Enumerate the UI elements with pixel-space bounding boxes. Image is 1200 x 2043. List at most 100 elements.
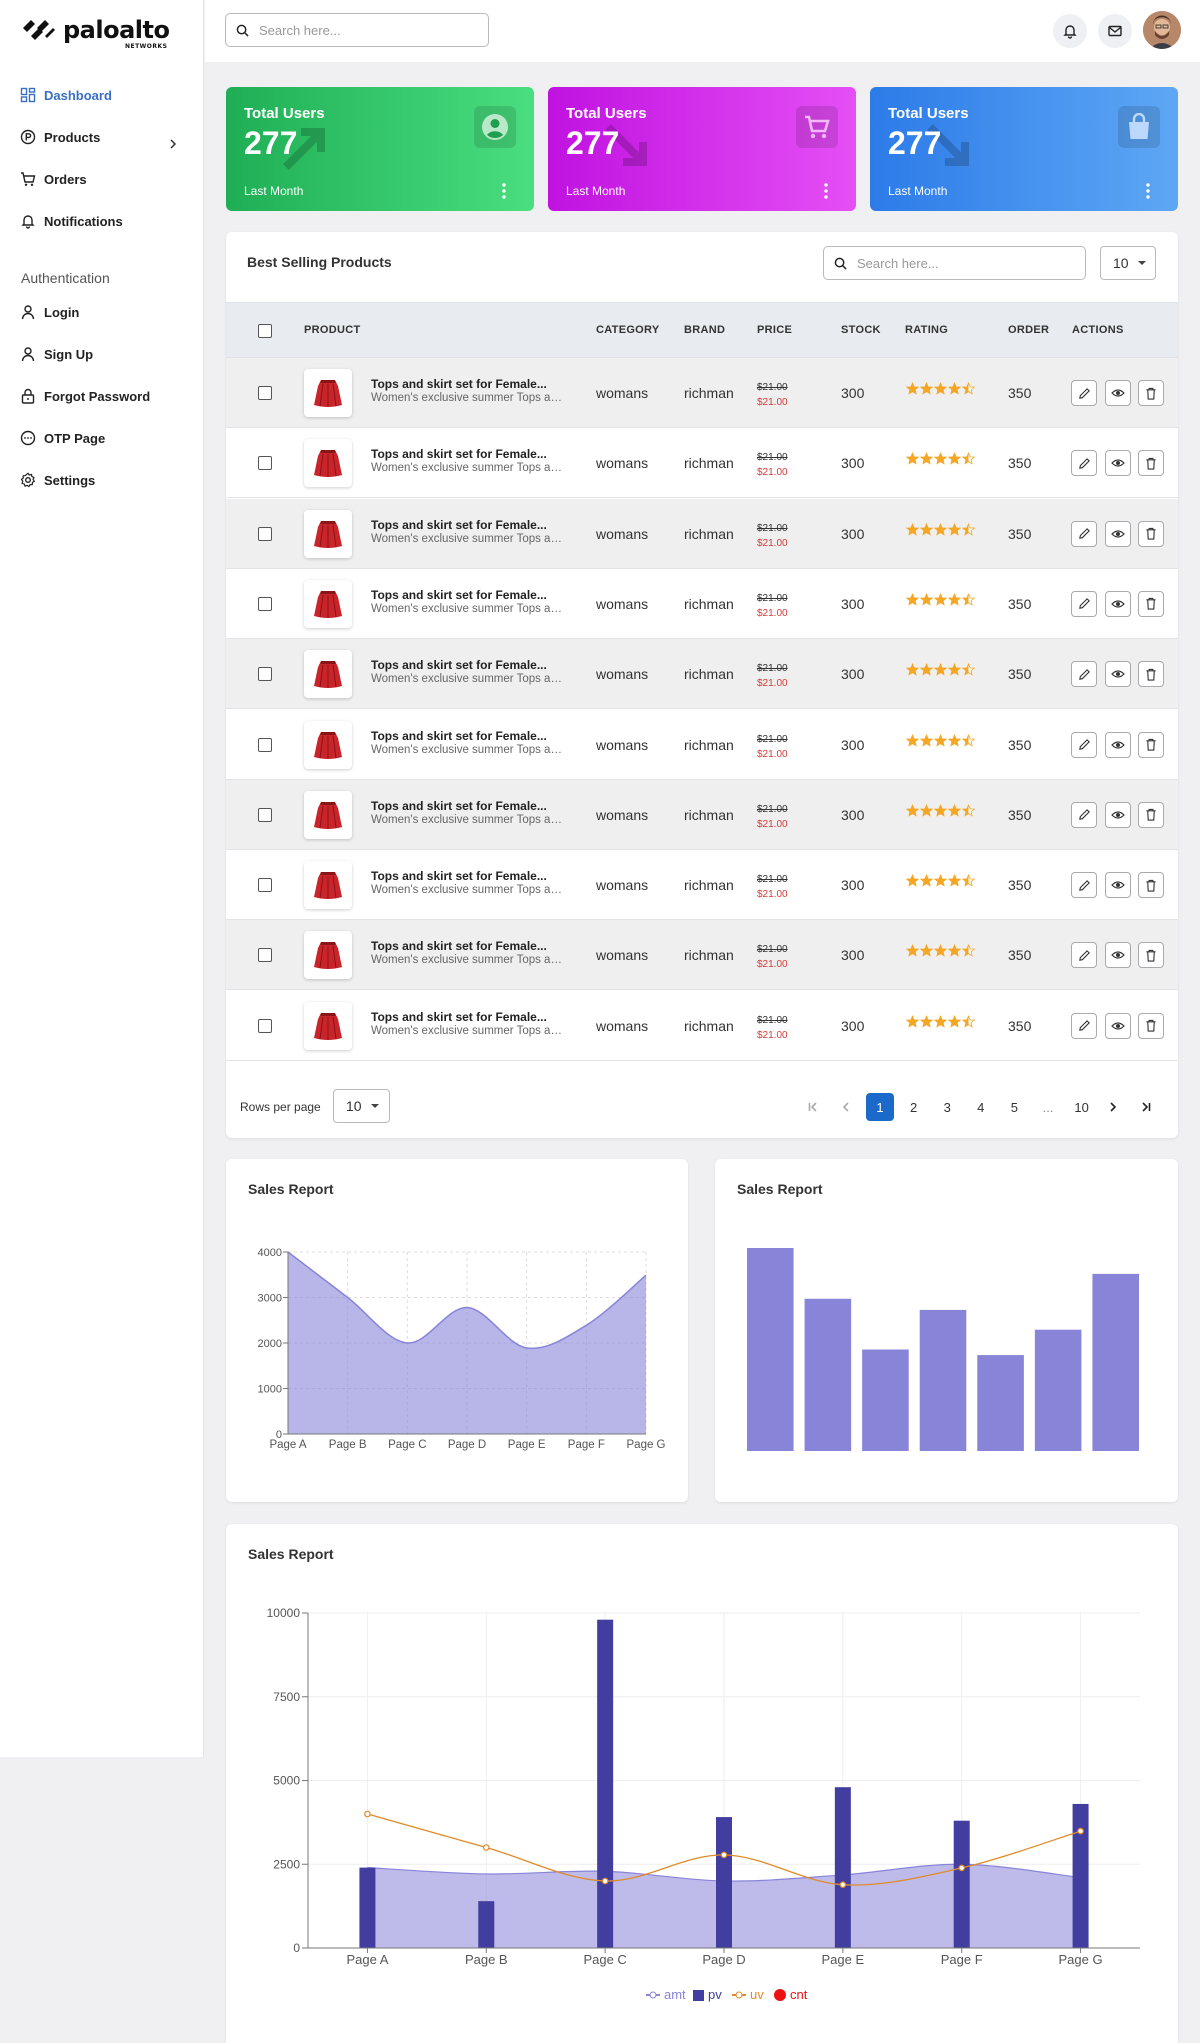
table-row[interactable]: Tops and skirt set for Female... Women's … [226,428,1178,499]
product-name[interactable]: Tops and skirt set for Female... [371,1010,561,1024]
more-vertical-icon[interactable] [1146,183,1150,199]
col-header-brand[interactable]: BRAND [684,324,725,336]
view-button[interactable] [1105,661,1131,688]
edit-button[interactable] [1071,801,1097,828]
product-name[interactable]: Tops and skirt set for Female... [371,729,561,743]
product-name[interactable]: Tops and skirt set for Female... [371,939,561,953]
delete-button[interactable] [1138,872,1164,899]
sidebar-item-notifications[interactable]: Notifications [20,208,123,234]
product-name[interactable]: Tops and skirt set for Female... [371,447,561,461]
header-search[interactable] [225,13,489,47]
delete-button[interactable] [1138,731,1164,758]
sidebar-item-login[interactable]: Login [20,299,79,325]
edit-button[interactable] [1071,872,1097,899]
table-row[interactable]: Tops and skirt set for Female... Women's … [226,710,1178,780]
sidebar-item-otp-page[interactable]: OTP Page [20,425,105,451]
edit-button[interactable] [1071,942,1097,969]
table-row[interactable]: Tops and skirt set for Female... Women's … [226,991,1178,1061]
edit-button[interactable] [1071,450,1097,477]
col-header-order[interactable]: ORDER [1008,324,1049,336]
page-button[interactable]: 4 [967,1093,995,1121]
product-name[interactable]: Tops and skirt set for Female... [371,518,561,532]
table-row[interactable]: Tops and skirt set for Female... Women's … [226,569,1178,639]
view-button[interactable] [1105,942,1131,969]
col-header-rating[interactable]: RATING [905,324,948,336]
sidebar-item-settings[interactable]: Settings [20,467,95,493]
table-row[interactable]: Tops and skirt set for Female... Women's … [226,850,1178,921]
table-search-input[interactable] [857,255,1058,271]
stat-card[interactable]: Total Users 277 Last Month [548,87,856,211]
page-button[interactable]: 10 [1068,1093,1096,1121]
edit-button[interactable] [1071,520,1097,547]
view-button[interactable] [1105,380,1131,406]
notifications-button[interactable] [1053,14,1087,48]
select-all-checkbox[interactable] [258,324,272,338]
sidebar-item-dashboard[interactable]: Dashboard [20,82,112,108]
view-button[interactable] [1105,590,1131,617]
table-row[interactable]: Tops and skirt set for Female... Women's … [226,920,1178,991]
view-button[interactable] [1105,1012,1131,1039]
row-checkbox[interactable] [258,737,272,752]
view-button[interactable] [1105,801,1131,828]
page-size-select[interactable]: 10 [1100,246,1156,280]
product-name[interactable]: Tops and skirt set for Female... [371,799,561,813]
delete-button[interactable] [1138,450,1164,477]
chevron-right-icon[interactable] [166,137,180,151]
col-header-price[interactable]: PRICE [757,324,792,336]
delete-button[interactable] [1138,590,1164,617]
row-checkbox[interactable] [258,456,272,471]
stat-card[interactable]: Total Users 277 Last Month [226,87,534,211]
view-button[interactable] [1105,520,1131,547]
table-row[interactable]: Tops and skirt set for Female... Women's … [226,498,1178,569]
row-checkbox[interactable] [258,596,272,611]
sidebar-item-orders[interactable]: Orders [20,166,87,192]
page-button[interactable]: 5 [1000,1093,1028,1121]
next-page-button[interactable] [1099,1093,1127,1121]
row-checkbox[interactable] [258,1018,272,1033]
last-page-button[interactable] [1132,1093,1160,1121]
sidebar-item-products[interactable]: Products [20,124,100,150]
product-name[interactable]: Tops and skirt set for Female... [371,588,561,602]
row-checkbox[interactable] [258,386,272,400]
view-button[interactable] [1105,872,1131,899]
more-vertical-icon[interactable] [502,183,506,199]
row-checkbox[interactable] [258,878,272,893]
row-checkbox[interactable] [258,667,272,682]
delete-button[interactable] [1138,380,1164,406]
view-button[interactable] [1105,731,1131,758]
header-search-input[interactable] [259,22,461,38]
edit-button[interactable] [1071,380,1097,406]
delete-button[interactable] [1138,520,1164,547]
row-checkbox[interactable] [258,526,272,541]
delete-button[interactable] [1138,801,1164,828]
table-search[interactable] [823,246,1086,280]
messages-button[interactable] [1098,14,1132,48]
product-name[interactable]: Tops and skirt set for Female... [371,869,561,883]
prev-page-button[interactable] [832,1093,860,1121]
delete-button[interactable] [1138,942,1164,969]
delete-button[interactable] [1138,1012,1164,1039]
page-button[interactable]: 1 [866,1093,894,1121]
sidebar-item-forgot-password[interactable]: Forgot Password [20,383,150,409]
delete-button[interactable] [1138,661,1164,688]
table-row[interactable]: Tops and skirt set for Female... Women's … [226,358,1178,428]
sidebar-item-signup[interactable]: Sign Up [20,341,93,367]
brand-logo[interactable]: paloalto NETWORKS [21,14,186,50]
product-name[interactable]: Tops and skirt set for Female... [371,658,561,672]
table-row[interactable]: Tops and skirt set for Female... Women's … [226,639,1178,710]
first-page-button[interactable] [799,1093,827,1121]
page-button[interactable]: 3 [933,1093,961,1121]
edit-button[interactable] [1071,1012,1097,1039]
rows-per-page-select[interactable]: 10 [333,1089,390,1123]
row-checkbox[interactable] [258,807,272,822]
page-button[interactable]: 2 [900,1093,928,1121]
view-button[interactable] [1105,450,1131,477]
col-header-stock[interactable]: STOCK [841,324,881,336]
edit-button[interactable] [1071,590,1097,617]
more-vertical-icon[interactable] [824,183,828,199]
product-name[interactable]: Tops and skirt set for Female... [371,377,561,391]
stat-card[interactable]: Total Users 277 Last Month [870,87,1178,211]
user-avatar[interactable] [1143,11,1181,49]
edit-button[interactable] [1071,731,1097,758]
row-checkbox[interactable] [258,948,272,963]
